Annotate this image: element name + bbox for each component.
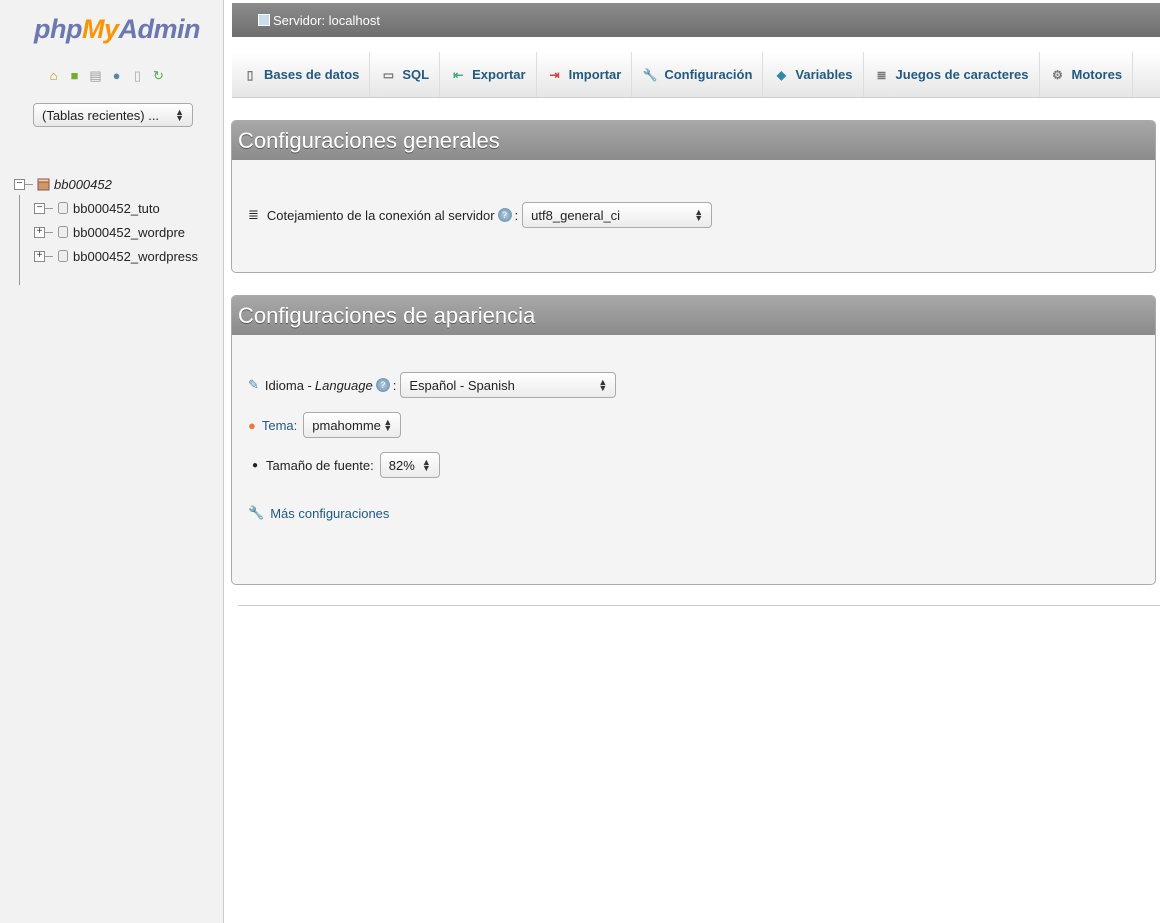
documentation-icon[interactable]: ▯	[130, 68, 145, 83]
database-name[interactable]: bb000452	[54, 177, 112, 192]
docs-icon[interactable]: ●	[109, 68, 124, 83]
tree-db-row[interactable]: − bb000452	[14, 172, 198, 196]
table-icon	[58, 250, 68, 262]
tree-table-row[interactable]: + bb000452_wordpre	[34, 220, 198, 244]
collation-select[interactable]: utf8_general_ci ▲ ▼	[522, 202, 713, 228]
import-icon: ⇥	[549, 67, 560, 82]
engines-icon: ⚙	[1052, 67, 1063, 82]
help-icon[interactable]: ?	[497, 208, 512, 222]
bullet-icon: ●	[252, 459, 259, 471]
more-settings-link[interactable]: Más configuraciones	[270, 506, 389, 521]
query-window-icon[interactable]: ▤	[88, 68, 103, 83]
more-settings-row: 🔧 Más configuraciones	[248, 500, 1139, 526]
tab-engines[interactable]: ⚙ Motores	[1040, 52, 1134, 97]
table-icon	[58, 202, 68, 214]
theme-row: ● Tema: pmahomme ▲ ▼	[248, 412, 1139, 438]
navigation-sidebar: phpMyAdmin ⌂ ■ ▤ ● ▯ ↻ (Tablas recientes…	[0, 0, 224, 923]
table-icon	[58, 226, 68, 238]
table-name[interactable]: bb000452_wordpre	[73, 225, 185, 240]
select-arrows-icon: ▲ ▼	[694, 207, 704, 223]
tab-databases[interactable]: ▯ Bases de datos	[232, 52, 371, 97]
collapse-icon[interactable]: −	[34, 202, 45, 214]
divider	[238, 605, 1160, 606]
table-name[interactable]: bb000452_wordpress	[73, 249, 198, 264]
panel-title: Configuraciones generales	[232, 121, 1155, 160]
export-icon: ⇤	[453, 67, 464, 82]
server-breadcrumb: Servidor: localhost	[232, 3, 1160, 37]
collation-row: ≣ Cotejamiento de la conexión al servido…	[248, 202, 1139, 228]
tree-table-row[interactable]: − bb000452_tuto	[34, 196, 198, 220]
phpmyadmin-logo[interactable]: phpMyAdmin	[34, 14, 200, 45]
language-select[interactable]: Español - Spanish ▲ ▼	[400, 372, 617, 398]
exit-icon[interactable]: ■	[67, 68, 82, 83]
quick-links: ⌂ ■ ▤ ● ▯ ↻	[46, 68, 166, 84]
table-name[interactable]: bb000452_tuto	[73, 201, 160, 216]
recent-tables-select[interactable]: (Tablas recientes) ... ▲ ▼	[33, 103, 193, 127]
select-arrows-icon: ▲ ▼	[598, 377, 608, 393]
tab-variables[interactable]: ◆ Variables	[763, 52, 864, 97]
appearance-settings-panel: Configuraciones de apariencia ✎ Idioma -…	[231, 295, 1156, 585]
charset-icon: ≣	[876, 67, 887, 82]
tab-export[interactable]: ⇤ Exportar	[440, 52, 537, 97]
panel-title: Configuraciones de apariencia	[232, 296, 1155, 335]
theme-select[interactable]: pmahomme ▲ ▼	[303, 412, 402, 438]
theme-icon: ●	[248, 417, 256, 433]
wrench-icon: 🔧	[248, 505, 265, 520]
tab-sql[interactable]: ▭ SQL	[370, 52, 441, 97]
font-size-row: ● Tamaño de fuente: 82% ▲ ▼	[248, 452, 1139, 478]
server-icon	[258, 14, 270, 26]
home-icon[interactable]: ⌂	[46, 68, 61, 83]
general-settings-panel: Configuraciones generales ≣ Cotejamiento…	[231, 120, 1156, 273]
list-icon: ≣	[248, 207, 259, 222]
reload-icon[interactable]: ↻	[151, 68, 166, 83]
select-arrows-icon: ▲ ▼	[383, 417, 393, 433]
expand-icon[interactable]: +	[34, 226, 45, 238]
wrench-icon: 🔧	[642, 67, 658, 82]
font-size-select[interactable]: 82% ▲ ▼	[379, 452, 440, 478]
database-tree: − bb000452 − bb000452_tuto + bb000452_wo…	[14, 172, 198, 268]
expand-icon[interactable]: +	[34, 250, 45, 262]
variables-icon: ◆	[776, 67, 787, 82]
tab-charsets[interactable]: ≣ Juegos de caracteres	[864, 52, 1040, 97]
sql-icon: ▭	[382, 67, 395, 82]
database-icon: ▯	[246, 67, 254, 82]
select-arrows-icon: ▲ ▼	[175, 107, 184, 123]
collapse-icon[interactable]: −	[14, 178, 25, 190]
database-icon	[37, 178, 50, 190]
collation-label: Cotejamiento de la conexión al servidor	[266, 207, 495, 223]
select-arrows-icon: ▲ ▼	[421, 457, 431, 473]
help-icon[interactable]: ?	[375, 378, 390, 392]
tree-table-row[interactable]: + bb000452_wordpress	[34, 244, 198, 268]
language-row: ✎ Idioma - Language ? : Español - Spanis…	[248, 372, 1139, 398]
language-icon: ✎	[248, 377, 259, 392]
tab-import[interactable]: ⇥ Importar	[537, 52, 633, 97]
top-menu-tabs: ▯ Bases de datos ▭ SQL ⇤ Exportar ⇥ Importar…	[232, 52, 1160, 98]
recent-tables-value: (Tablas recientes) ...	[42, 107, 160, 123]
tab-settings[interactable]: 🔧 Configuración	[632, 52, 764, 97]
server-link[interactable]: Servidor: localhost	[273, 13, 380, 28]
